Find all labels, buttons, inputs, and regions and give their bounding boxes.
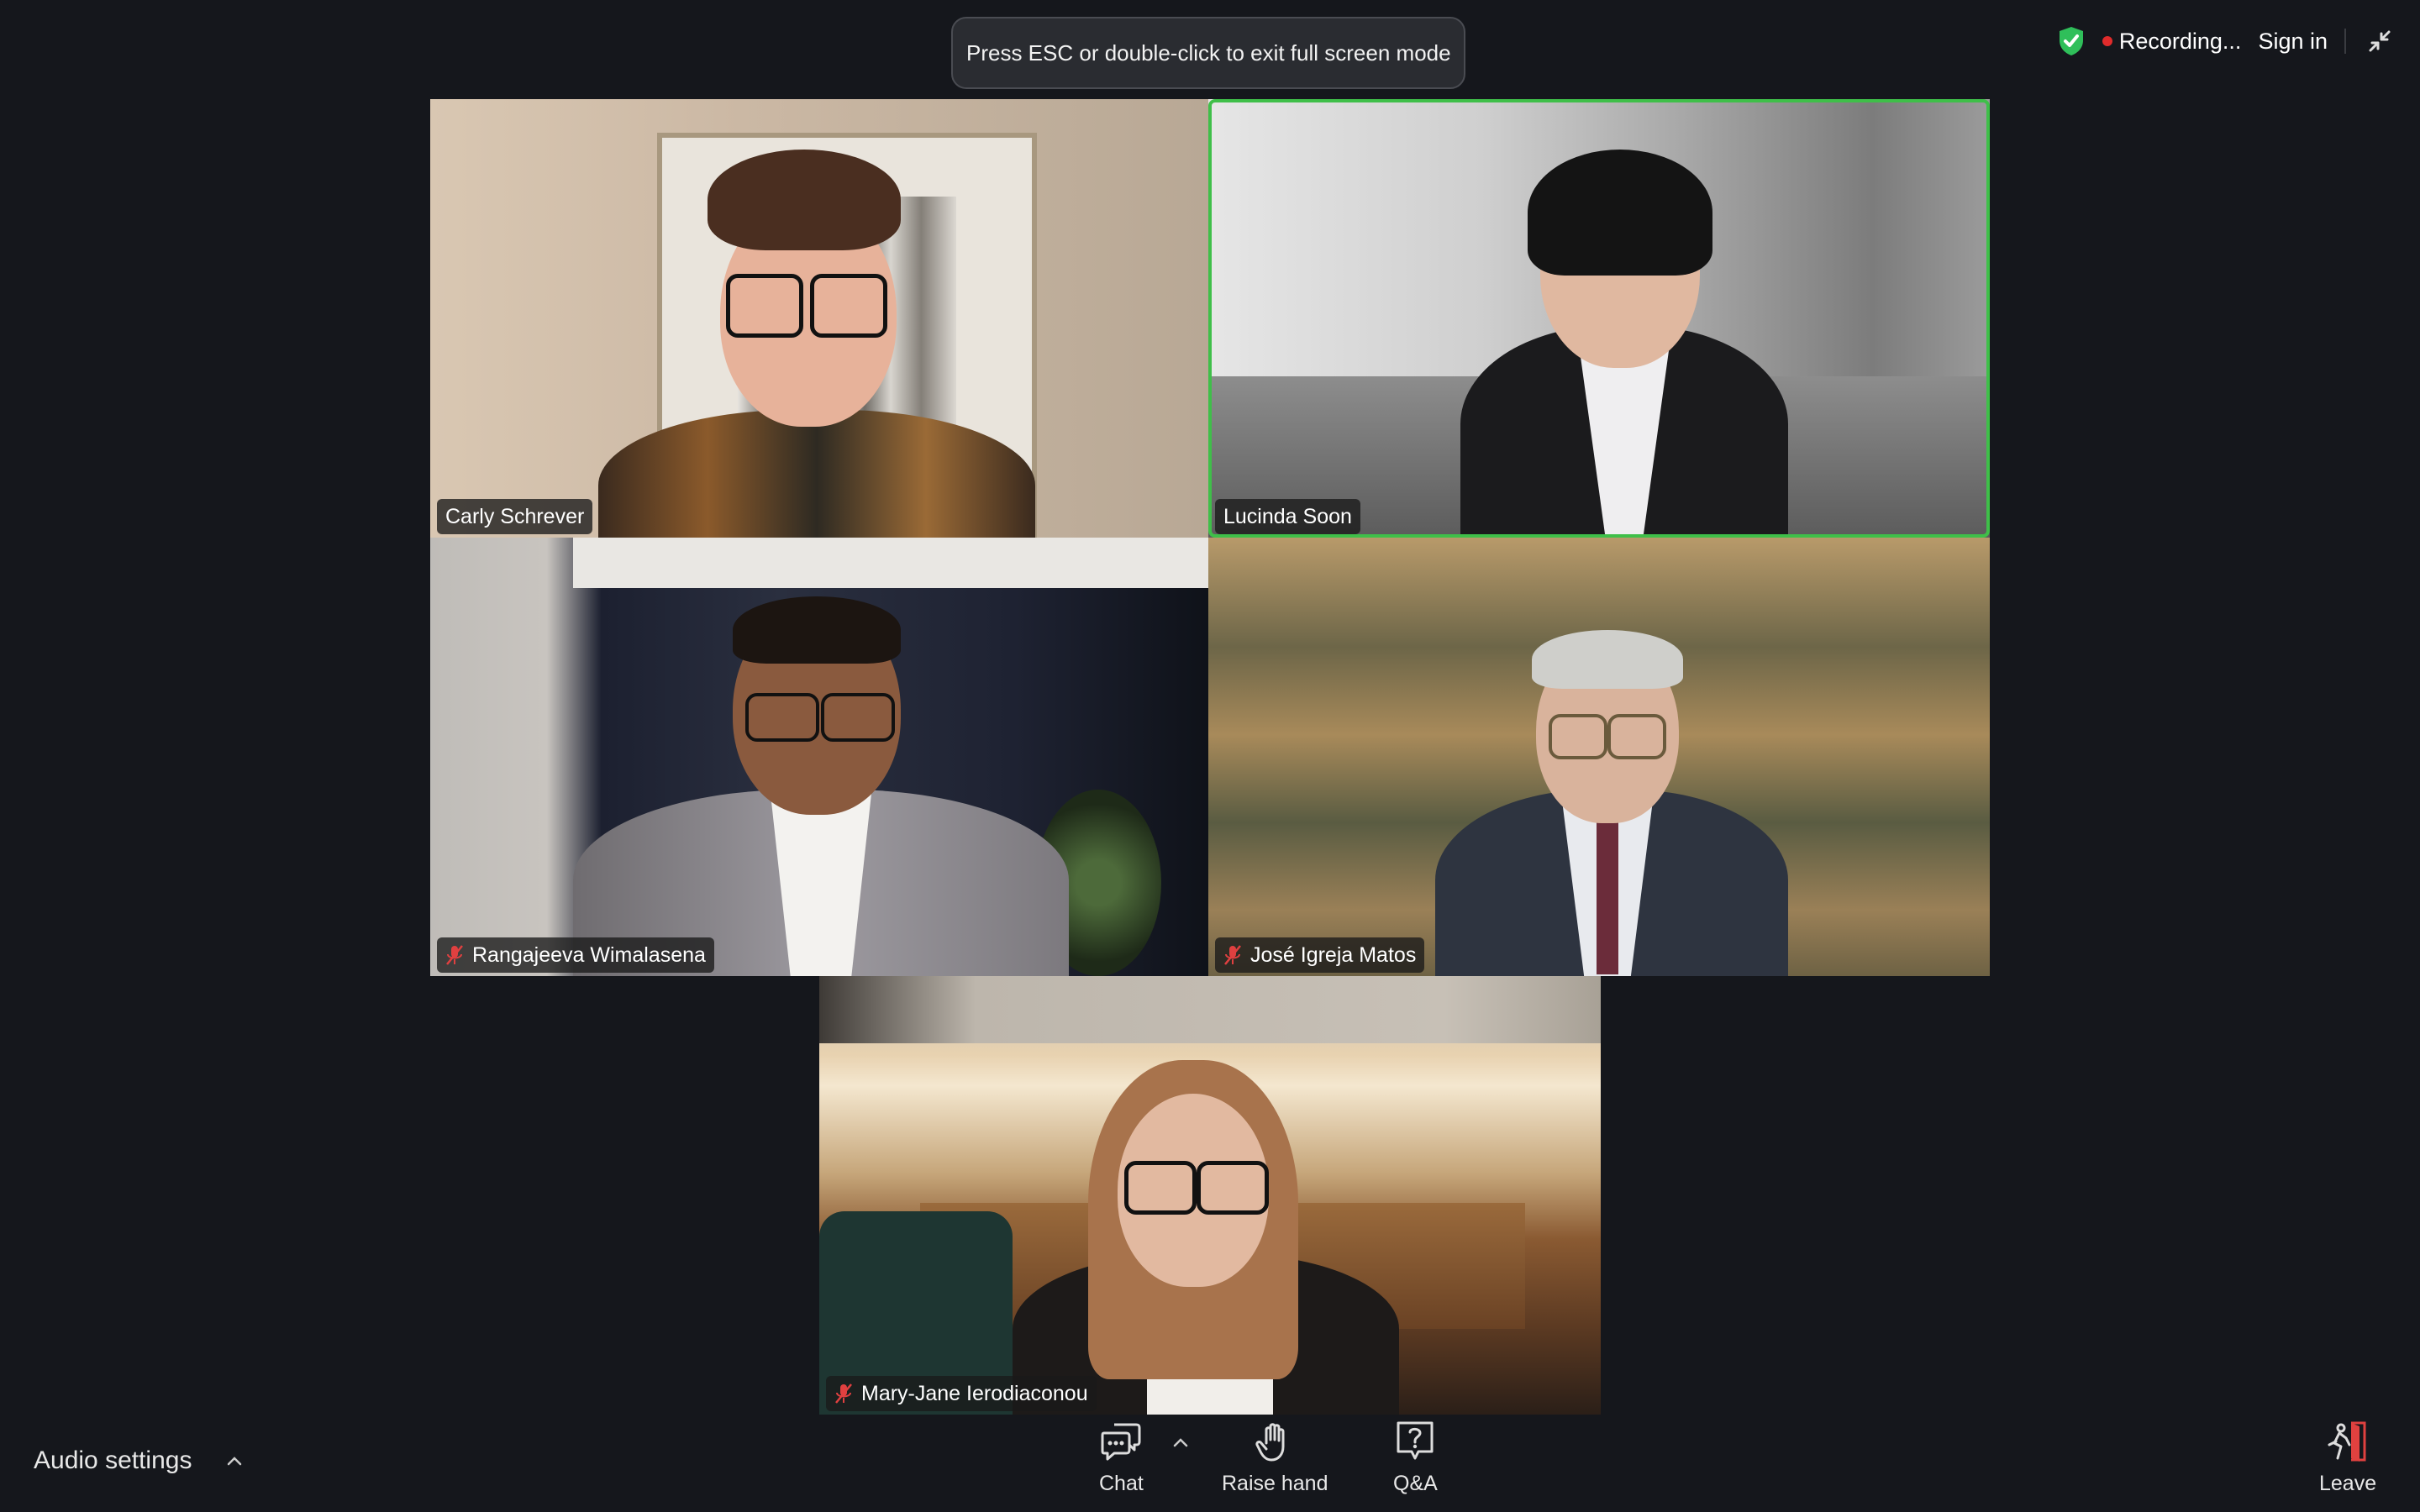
participant-tile-mary-jane[interactable]: Mary-Jane Ierodiaconou <box>819 976 1601 1415</box>
participant-tile-rangajeeva[interactable]: Rangajeeva Wimalasena <box>430 538 1208 976</box>
hand-icon <box>1255 1423 1285 1462</box>
participant-name-tag: Carly Schrever <box>437 499 593 534</box>
chat-button[interactable]: Chat <box>1099 1420 1144 1496</box>
participant-video <box>1208 538 1990 976</box>
chat-bubble-icon <box>1101 1423 1141 1461</box>
participant-tile-jose[interactable]: José Igreja Matos <box>1208 538 1990 976</box>
microphone-muted-icon <box>835 1383 852 1404</box>
participant-name-tag: Mary-Jane Ierodiaconou <box>826 1376 1097 1411</box>
participant-name-tag: Rangajeeva Wimalasena <box>437 937 714 973</box>
fullscreen-exit-banner: Press ESC or double-click to exit full s… <box>951 17 1465 89</box>
raise-hand-label: Raise hand <box>1222 1472 1328 1495</box>
qa-button[interactable]: Q&A <box>1393 1420 1438 1496</box>
participant-name: Mary-Jane Ierodiaconou <box>861 1381 1088 1405</box>
recording-dot-icon <box>2102 36 2112 46</box>
participant-name: José Igreja Matos <box>1250 942 1417 967</box>
exit-fullscreen-icon <box>2369 30 2391 52</box>
exit-fullscreen-button[interactable] <box>2363 24 2396 58</box>
participant-tile-carly[interactable]: Carly Schrever <box>430 99 1208 538</box>
shield-check-icon[interactable] <box>2057 25 2086 57</box>
banner-text: Press ESC or double-click to exit full s… <box>966 39 1451 66</box>
participant-video <box>819 976 1601 1415</box>
audio-settings-button[interactable]: Audio settings <box>34 1446 242 1475</box>
microphone-muted-icon <box>1224 945 1241 965</box>
participant-name: Lucinda Soon <box>1223 504 1352 528</box>
participant-video <box>430 99 1208 538</box>
recording-label: Recording... <box>2118 28 2242 54</box>
raise-hand-button[interactable]: Raise hand <box>1222 1420 1328 1496</box>
chat-options-chevron-icon[interactable] <box>1173 1436 1188 1448</box>
leave-button[interactable]: Leave <box>2319 1420 2376 1496</box>
participant-video <box>430 538 1208 976</box>
participant-tile-lucinda[interactable]: Lucinda Soon <box>1208 99 1990 538</box>
leave-label: Leave <box>2319 1472 2377 1495</box>
audio-settings-label: Audio settings <box>34 1446 192 1474</box>
participant-name: Rangajeeva Wimalasena <box>472 942 706 967</box>
top-status-bar: Recording... Sign in <box>2057 20 2396 62</box>
participant-name-tag: José Igreja Matos <box>1215 937 1425 973</box>
topbar-divider <box>2344 29 2346 54</box>
recording-indicator[interactable]: Recording... <box>2102 28 2242 55</box>
participant-video <box>1208 99 1990 538</box>
qa-label: Q&A <box>1393 1472 1438 1495</box>
participant-name: Carly Schrever <box>445 504 585 528</box>
participant-name-tag: Lucinda Soon <box>1215 499 1360 534</box>
microphone-muted-icon <box>446 945 463 965</box>
chat-label: Chat <box>1099 1472 1144 1495</box>
sign-in-button[interactable]: Sign in <box>2258 29 2328 55</box>
leave-door-icon <box>2328 1421 2366 1462</box>
question-box-icon <box>1397 1421 1434 1460</box>
chevron-up-icon[interactable] <box>227 1455 242 1467</box>
